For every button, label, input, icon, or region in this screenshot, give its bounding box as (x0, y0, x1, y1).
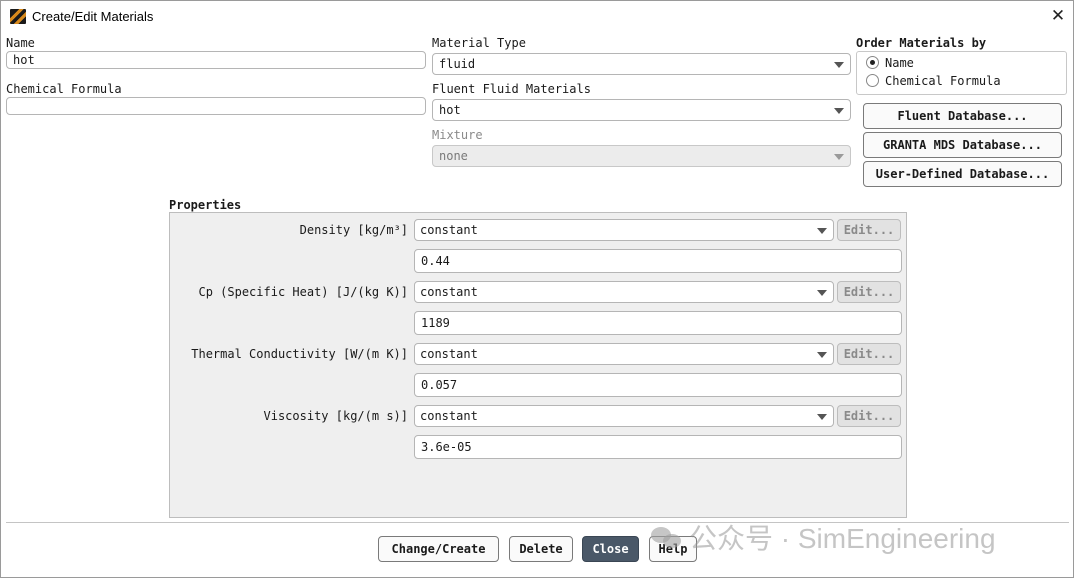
change-create-button[interactable]: Change/Create (378, 536, 499, 562)
mixture-value: none (439, 149, 468, 163)
material-type-value: fluid (439, 57, 476, 71)
help-button[interactable]: Help (649, 536, 697, 562)
radio-order-chemical-formula[interactable] (866, 74, 879, 87)
chevron-down-icon (817, 228, 827, 234)
viscosity-value-input[interactable]: 3.6e-05 (414, 435, 902, 459)
watermark: 公众号 · SimEngineering (651, 519, 996, 555)
viscosity-method-select[interactable]: constant (414, 405, 834, 427)
cp-value-input[interactable]: 1189 (414, 311, 902, 335)
chevron-down-icon (834, 154, 844, 160)
cp-method-select[interactable]: constant (414, 281, 834, 303)
viscosity-edit-button: Edit... (837, 405, 901, 427)
fluent-materials-value: hot (439, 103, 461, 117)
chemical-formula-label: Chemical Formula (6, 82, 122, 96)
order-by-radio-group: Name Chemical Formula (856, 51, 1067, 95)
fluent-materials-label: Fluent Fluid Materials (432, 82, 591, 96)
density-label: Density [kg/m³] (299, 223, 408, 237)
cp-edit-button: Edit... (837, 281, 901, 303)
user-defined-database-button[interactable]: User-Defined Database... (863, 161, 1062, 187)
properties-title: Properties (169, 198, 242, 212)
fluent-database-button[interactable]: Fluent Database... (863, 103, 1062, 129)
thermal-conductivity-edit-button: Edit... (837, 343, 901, 365)
chevron-down-icon (817, 290, 827, 296)
close-icon[interactable]: ✕ (1047, 5, 1069, 27)
name-label: Name (6, 36, 35, 50)
radio-order-name[interactable] (866, 56, 879, 69)
mixture-label: Mixture (432, 128, 483, 142)
granta-database-button[interactable]: GRANTA MDS Database... (863, 132, 1062, 158)
density-method-value: constant (420, 223, 478, 237)
watermark-text: 公众号 · SimEngineering (689, 523, 996, 554)
chevron-down-icon (817, 414, 827, 420)
footer-divider (6, 522, 1069, 523)
radio-order-name-label: Name (885, 56, 914, 70)
chemical-formula-input[interactable] (6, 97, 426, 115)
create-edit-materials-dialog: Create/Edit Materials ✕ Name hot Chemica… (0, 0, 1074, 578)
cp-label: Cp (Specific Heat) [J/(kg K)] (198, 285, 408, 299)
material-type-label: Material Type (432, 36, 526, 50)
chevron-down-icon (834, 108, 844, 114)
density-edit-button: Edit... (837, 219, 901, 241)
viscosity-method-value: constant (420, 409, 478, 423)
delete-button[interactable]: Delete (509, 536, 573, 562)
close-button[interactable]: Close (582, 536, 639, 562)
title-bar: Create/Edit Materials ✕ (1, 1, 1073, 33)
cp-method-value: constant (420, 285, 478, 299)
viscosity-label: Viscosity [kg/(m s)] (263, 409, 409, 423)
thermal-conductivity-method-select[interactable]: constant (414, 343, 834, 365)
thermal-conductivity-value-input[interactable]: 0.057 (414, 373, 902, 397)
window-title: Create/Edit Materials (32, 9, 154, 24)
density-value-input[interactable]: 0.44 (414, 249, 902, 273)
fluent-app-icon (10, 9, 26, 24)
name-input[interactable]: hot (6, 51, 426, 69)
chevron-down-icon (834, 62, 844, 68)
thermal-conductivity-method-value: constant (420, 347, 478, 361)
radio-order-chemical-formula-label: Chemical Formula (885, 74, 1001, 88)
density-method-select[interactable]: constant (414, 219, 834, 241)
chevron-down-icon (817, 352, 827, 358)
mixture-select: none (432, 145, 851, 167)
order-by-label: Order Materials by (856, 36, 987, 50)
material-type-select[interactable]: fluid (432, 53, 851, 75)
thermal-conductivity-label: Thermal Conductivity [W/(m K)] (191, 347, 408, 361)
fluent-materials-select[interactable]: hot (432, 99, 851, 121)
